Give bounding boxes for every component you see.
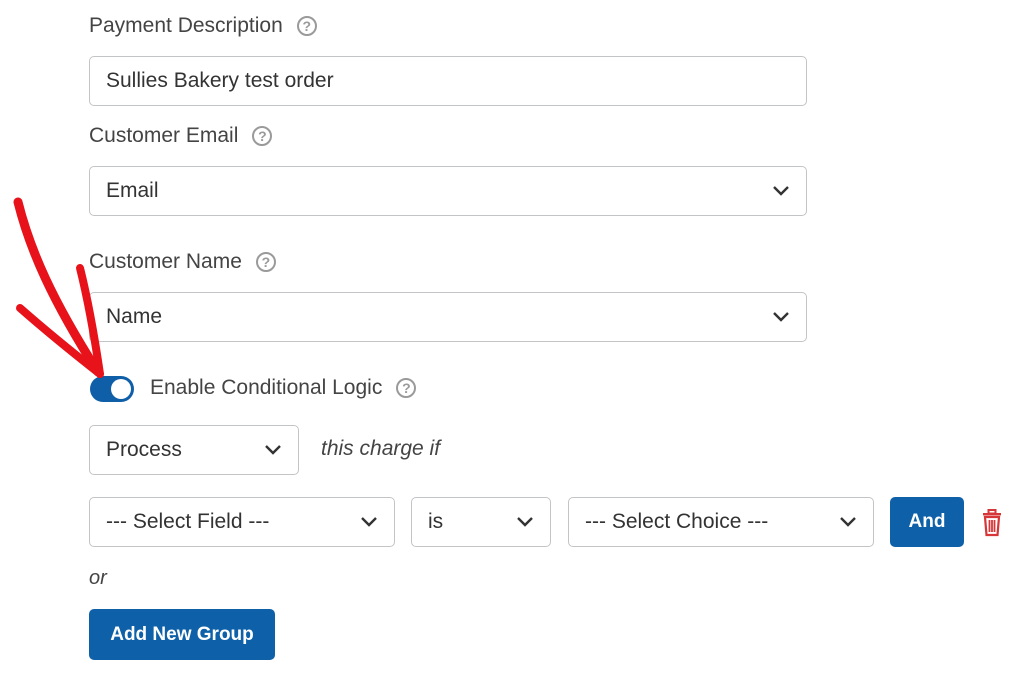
conditional-logic-label: Enable Conditional Logic ? (150, 376, 417, 400)
chevron-down-icon (840, 517, 856, 527)
customer-name-select[interactable]: Name (89, 292, 807, 342)
annotation-arrow-icon (13, 197, 104, 378)
trash-icon[interactable] (980, 509, 1004, 537)
help-icon[interactable]: ? (396, 378, 417, 398)
chevron-down-icon (773, 312, 789, 322)
action-select[interactable]: Process (89, 425, 299, 475)
payment-description-input[interactable]: Sullies Bakery test order (89, 56, 807, 106)
customer-email-label: Customer Email ? (89, 124, 273, 148)
or-text: or (89, 567, 107, 589)
help-icon[interactable]: ? (252, 126, 273, 146)
select-choice-dropdown[interactable]: --- Select Choice --- (568, 497, 874, 547)
connector-text: this charge if (321, 437, 441, 460)
select-field-dropdown[interactable]: --- Select Field --- (89, 497, 395, 547)
customer-email-select[interactable]: Email (89, 166, 807, 216)
payment-description-label: Payment Description ? (89, 14, 317, 38)
operator-dropdown[interactable]: is (411, 497, 551, 547)
help-icon[interactable]: ? (296, 16, 317, 36)
chevron-down-icon (361, 517, 377, 527)
help-icon[interactable]: ? (255, 252, 276, 272)
chevron-down-icon (773, 186, 789, 196)
and-button[interactable]: And (890, 497, 964, 547)
chevron-down-icon (265, 445, 281, 455)
chevron-down-icon (517, 517, 533, 527)
add-new-group-button[interactable]: Add New Group (89, 609, 275, 660)
